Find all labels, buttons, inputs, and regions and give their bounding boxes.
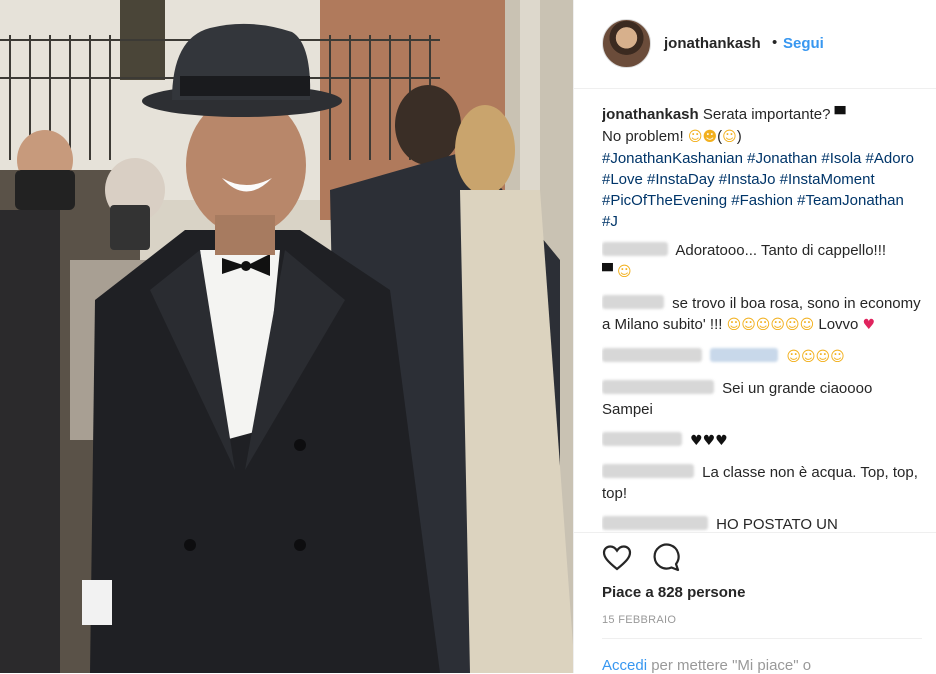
login-prompt: Accedi per mettere "Mi piace" o: [602, 657, 811, 674]
blurred-username[interactable]: [602, 242, 668, 256]
comment: La classe non è acqua. Top, top, top!: [602, 462, 922, 504]
comments-list[interactable]: jonathankash Serata importante? ▀ No pro…: [602, 104, 922, 532]
comment-text: Adoratooo... Tanto di cappello!!!: [675, 242, 887, 259]
laughing-emoji-icon: ☺: [722, 129, 737, 145]
username-link[interactable]: jonathankash: [664, 35, 761, 52]
divider: [602, 638, 922, 639]
caption-line-2: No problem!: [602, 128, 684, 145]
comment: ☺☺☺☺: [602, 346, 922, 368]
blurred-username[interactable]: [602, 464, 694, 478]
caption-username[interactable]: jonathankash: [602, 106, 699, 123]
blurred-mention[interactable]: [710, 348, 779, 362]
divider: [574, 532, 936, 533]
follow-button[interactable]: Segui: [783, 35, 824, 52]
heart-icon[interactable]: [602, 543, 632, 573]
blurred-username[interactable]: [602, 380, 714, 394]
separator-dot: •: [772, 34, 778, 51]
sunglasses-emoji-icon: ☻: [702, 129, 718, 145]
comment: Adoratooo... Tanto di cappello!!! ▀ ☺: [602, 240, 922, 283]
post-date: 15 FEBBRAIO: [602, 614, 677, 626]
caption: jonathankash Serata importante? ▀ No pro…: [602, 106, 914, 230]
blurred-username[interactable]: [602, 516, 708, 530]
comment: se trovo il boa rosa, sono in economy a …: [602, 293, 922, 336]
blurred-username[interactable]: [602, 348, 702, 362]
photo-illustration: [0, 0, 573, 673]
blurred-username[interactable]: [602, 432, 682, 446]
caption-line-1: Serata importante?: [702, 106, 831, 123]
login-link[interactable]: Accedi: [602, 657, 647, 674]
black-hearts-icon: ♥♥♥: [690, 433, 728, 449]
laughing-emoji-icon: ☺☺☺☺: [786, 349, 845, 365]
comment: ♥♥♥: [602, 430, 922, 452]
blurred-username[interactable]: [602, 295, 664, 309]
wink-emoji-icon: ☺: [616, 264, 632, 280]
comment-bubble-icon[interactable]: [650, 543, 680, 573]
caption-hashtags[interactable]: #JonathanKashanian #Jonathan #Isola #Ado…: [602, 150, 914, 230]
login-prompt-text: per mettere "Mi piace" o: [651, 657, 812, 674]
post-photo[interactable]: [0, 0, 573, 673]
top-hat-icon: ▀: [602, 264, 613, 280]
avatar[interactable]: [602, 19, 651, 68]
comment: Sei un grande ciaoooo Sampei: [602, 378, 922, 420]
post-header: jonathankash • Segui: [574, 0, 936, 89]
smirk-emoji-icon: ☺: [687, 129, 703, 145]
rofl-emoji-icon: ☺☺☺☺☺☺: [726, 317, 815, 333]
top-hat-icon: ▀: [834, 107, 846, 123]
comment: HO POSTATO UN: [602, 514, 922, 532]
comment-text: HO POSTATO UN: [716, 516, 838, 532]
comment-tail: Lovvo: [818, 316, 859, 333]
likes-count[interactable]: Piace a 828 persone: [602, 584, 745, 601]
post-details-panel: jonathankash • Segui jonathankash Serata…: [573, 0, 936, 674]
heart-eyes-emoji-icon: ♥: [862, 317, 876, 333]
